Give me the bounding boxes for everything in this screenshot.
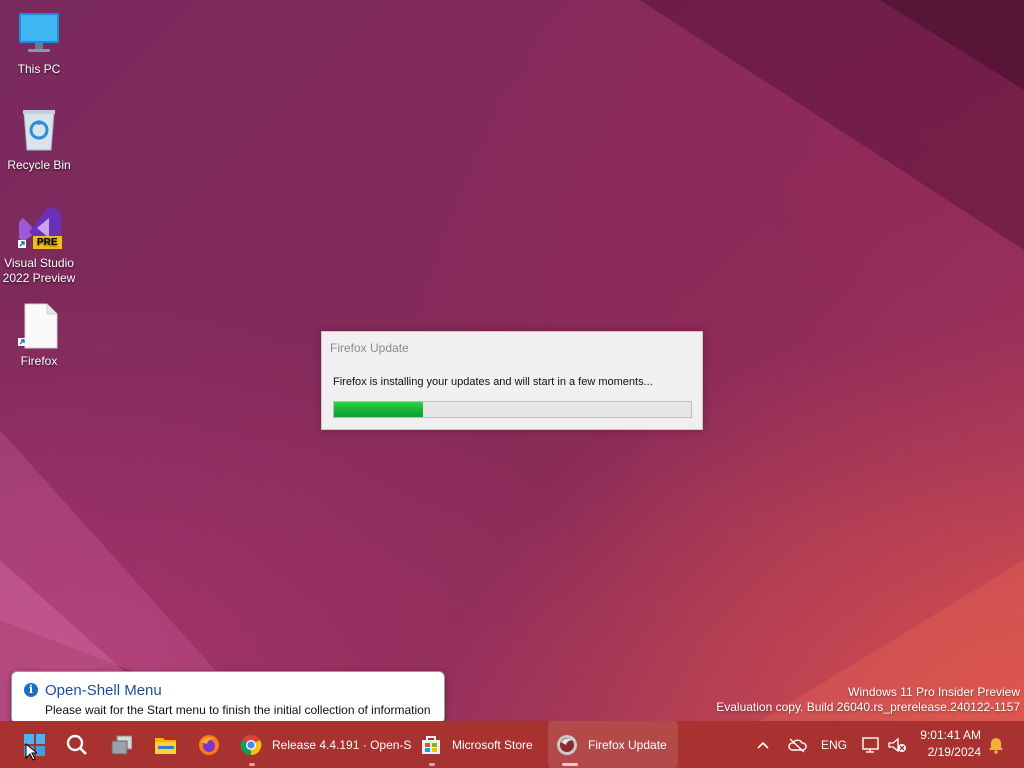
firefox-update-icon (556, 734, 578, 756)
task-view-button[interactable] (108, 721, 134, 768)
store-icon (420, 734, 442, 756)
tooltip-body: Please wait for the Start menu to finish… (45, 703, 431, 717)
search-button[interactable] (64, 721, 90, 768)
monitor-icon (15, 10, 63, 58)
watermark-line-1: Windows 11 Pro Insider Preview (848, 685, 1020, 699)
desktop-icon-visual-studio[interactable]: PRE Visual Studio 2022 Preview (2, 204, 76, 286)
desktop-icon-recycle-bin[interactable]: Recycle Bin (2, 106, 76, 173)
desktop-icon-this-pc[interactable]: This PC (2, 10, 76, 77)
visual-studio-icon: PRE (15, 204, 63, 252)
tooltip-title: Open-Shell Menu (45, 682, 162, 699)
recycle-bin-icon (15, 106, 63, 154)
blank-file-icon (15, 302, 63, 350)
display-status-button[interactable] (860, 721, 882, 768)
chrome-icon (240, 734, 262, 756)
desktop-icon-label: Visual Studio 2022 Preview (2, 256, 76, 285)
desktop-icon-label: This PC (17, 62, 61, 76)
clock-date: 2/19/2024 (927, 745, 981, 759)
taskbar-app-store[interactable]: Microsoft Store (420, 721, 542, 768)
chevron-up-icon (757, 741, 769, 749)
file-explorer-button[interactable] (152, 721, 178, 768)
speaker-muted-icon (888, 737, 906, 752)
taskbar-app-chrome[interactable]: Release 4.4.191 · Open-S (240, 721, 412, 768)
firefox-update-dialog: Firefox Update Firefox is installing you… (321, 331, 703, 430)
taskbar-app-label: Microsoft Store (452, 737, 533, 752)
firefox-icon (198, 734, 220, 756)
taskbar-clock[interactable]: 9:01:41 AM 2/19/2024 (920, 727, 981, 761)
folder-icon (154, 734, 176, 756)
pre-badge: PRE (33, 236, 62, 249)
language-text: ENG (820, 737, 847, 752)
cloud-off-icon (788, 737, 807, 753)
desktop-icon-firefox[interactable]: Firefox (2, 302, 76, 369)
desktop-icon-label: Recycle Bin (7, 158, 71, 172)
language-indicator[interactable]: ENG (820, 721, 848, 768)
search-icon (66, 734, 88, 756)
volume-button[interactable] (886, 721, 908, 768)
taskbar-app-label: Firefox Update (588, 737, 667, 752)
desktop-icon-label: Firefox (20, 354, 58, 368)
dialog-title: Firefox Update (330, 341, 409, 355)
open-shell-tooltip: i Open-Shell Menu Please wait for the St… (11, 671, 445, 724)
show-hidden-icons-button[interactable] (754, 721, 772, 768)
firefox-taskbar-button[interactable] (196, 721, 222, 768)
taskbar-app-firefox-update[interactable]: Firefox Update (548, 721, 678, 768)
active-indicator (562, 763, 578, 766)
running-indicator (249, 763, 255, 766)
network-status-button[interactable] (786, 721, 808, 768)
running-indicator (429, 763, 435, 766)
watermark-line-2: Evaluation copy. Build 26040.rs_prerelea… (716, 700, 1020, 714)
info-icon: i (24, 683, 38, 697)
dialog-message: Firefox is installing your updates and w… (333, 376, 653, 388)
notifications-button[interactable] (986, 721, 1006, 768)
update-progress-bar (333, 401, 692, 418)
taskbar: Release 4.4.191 · Open-S Microsoft Store… (0, 721, 1024, 768)
progress-fill (334, 402, 424, 417)
monitor-status-icon (862, 736, 879, 753)
taskbar-app-label: Release 4.4.191 · Open-S (272, 737, 412, 752)
clock-time: 9:01:41 AM (920, 728, 981, 742)
windows-watermark: Windows 11 Pro Insider Preview Evaluatio… (716, 685, 1020, 715)
task-view-icon (110, 734, 132, 756)
mouse-cursor-icon (25, 742, 39, 766)
bell-icon (989, 737, 1003, 754)
